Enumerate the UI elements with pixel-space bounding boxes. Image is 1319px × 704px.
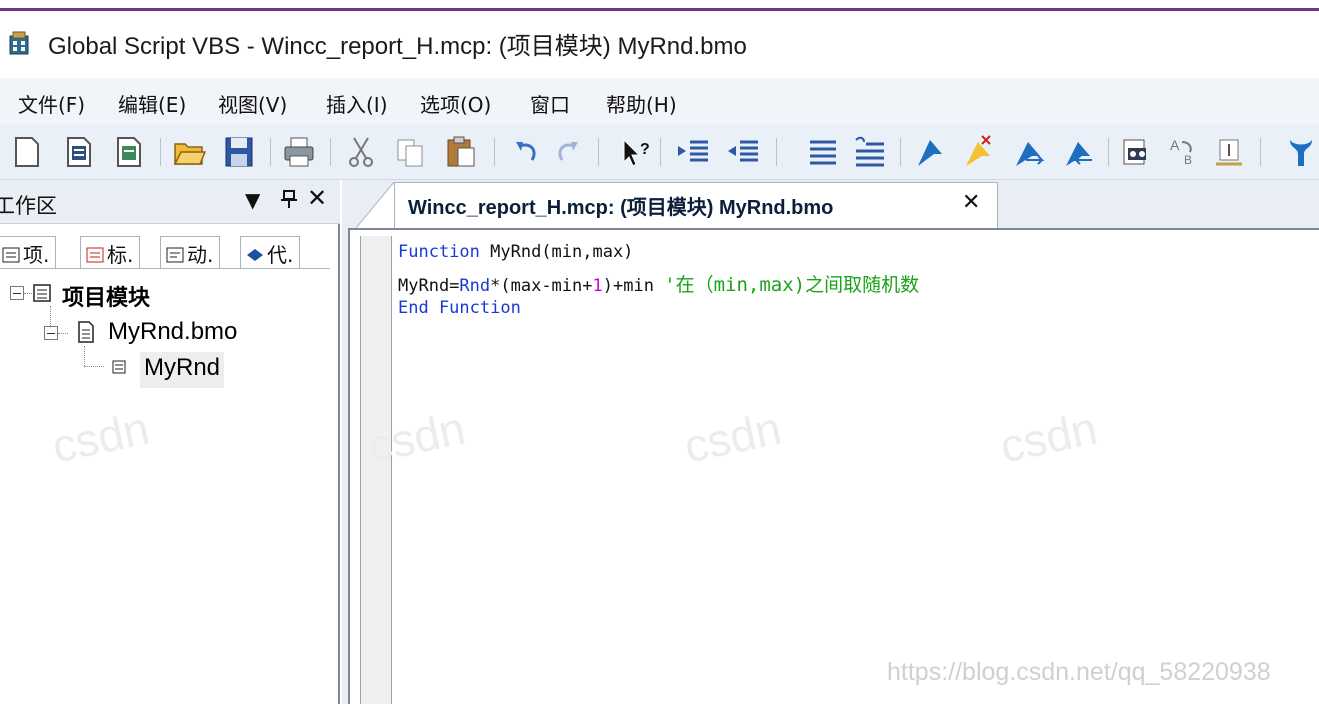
window-top-border <box>0 8 1319 11</box>
outdent-icon[interactable] <box>726 134 760 170</box>
open-icon[interactable] <box>172 134 206 170</box>
new-icon[interactable] <box>10 134 44 170</box>
comment-icon[interactable] <box>806 134 840 170</box>
watermark-url: https://blog.csdn.net/qq_58220938 <box>887 658 1271 686</box>
menu-insert[interactable]: 插入(I) <box>326 89 388 118</box>
svg-text:B: B <box>1184 153 1192 167</box>
new-procedure-icon[interactable] <box>112 134 146 170</box>
code-text: )+min <box>602 276 665 296</box>
compile-icon[interactable] <box>1284 134 1318 170</box>
code-line-2[interactable]: MyRnd=Rnd*(max-min+1)+min '在（min,max)之间取… <box>398 270 919 297</box>
pin-icon[interactable] <box>279 188 299 210</box>
redo-icon[interactable] <box>552 134 586 170</box>
svg-text:?: ? <box>640 141 650 158</box>
code-text: MyRnd(min,max) <box>479 242 634 262</box>
keyword: Function <box>398 242 480 262</box>
toolbar-separator <box>900 138 901 166</box>
menu-file[interactable]: 文件(F) <box>18 89 85 118</box>
toolbar-separator <box>270 138 271 166</box>
toolbar-separator <box>330 138 331 166</box>
close-icon[interactable]: ✕ <box>307 184 327 212</box>
module-folder-icon <box>33 284 51 302</box>
tree-connector <box>84 366 104 367</box>
tree-file-label[interactable]: MyRnd.bmo <box>108 318 237 346</box>
toolbar-separator <box>160 138 161 166</box>
tab-code[interactable]: 代. <box>240 236 301 268</box>
tab-action[interactable]: 动. <box>160 236 221 268</box>
tab-standard[interactable]: 标. <box>80 236 141 268</box>
find-icon[interactable] <box>1120 134 1154 170</box>
uncomment-icon[interactable] <box>852 134 886 170</box>
undo-icon[interactable] <box>508 134 542 170</box>
toolbar-separator <box>1108 138 1109 166</box>
tab-slant <box>356 182 396 228</box>
help-pointer-icon[interactable]: ? <box>618 134 652 170</box>
collapse-toggle[interactable] <box>44 326 58 340</box>
prev-bookmark-icon[interactable] <box>1062 134 1096 170</box>
tree-connector <box>24 293 32 294</box>
menu-help[interactable]: 帮助(H) <box>606 89 677 118</box>
bookmark-icon[interactable] <box>914 134 948 170</box>
document-tab-label: Wincc_report_H.mcp: (项目模块) MyRnd.bmo <box>408 197 834 219</box>
menu-edit[interactable]: 编辑(E) <box>118 89 186 118</box>
goto-icon[interactable] <box>1212 134 1246 170</box>
tab-standard-label: 标. <box>107 243 134 267</box>
replace-icon[interactable]: A B <box>1166 134 1200 170</box>
code-line-1[interactable]: Function MyRnd(min,max) <box>398 242 633 262</box>
code-icon <box>247 249 263 261</box>
module-icon <box>2 247 20 263</box>
clear-bookmark-icon[interactable] <box>962 134 996 170</box>
toolbar-separator <box>776 138 777 166</box>
svg-text:A: A <box>1170 137 1180 153</box>
print-icon[interactable] <box>282 134 316 170</box>
action-icon <box>166 247 184 263</box>
number-literal: 1 <box>592 276 603 296</box>
code-comment: '在（min,max)之间取随机数 <box>664 274 920 296</box>
new-module-icon[interactable] <box>62 134 96 170</box>
tab-action-label: 动. <box>187 243 214 267</box>
keyword: Rnd <box>459 276 491 296</box>
paste-icon[interactable] <box>444 134 478 170</box>
code-line-3[interactable]: End Function <box>398 298 521 318</box>
dropdown-arrow-icon[interactable]: ▼ <box>245 188 260 212</box>
close-tab-icon[interactable]: ✕ <box>962 190 980 215</box>
toolbar-separator <box>660 138 661 166</box>
tab-project[interactable]: 项. <box>0 236 57 268</box>
global-script-icon <box>9 31 29 55</box>
menu-options[interactable]: 选项(O) <box>420 89 491 118</box>
tab-code-label: 代. <box>267 243 294 267</box>
tree-procedure-label[interactable]: MyRnd <box>140 352 225 388</box>
toolbar-separator <box>1260 138 1261 166</box>
toolbar-separator <box>494 138 495 166</box>
collapse-toggle[interactable] <box>10 286 24 300</box>
tree-connector <box>50 306 51 328</box>
next-bookmark-icon[interactable] <box>1012 134 1046 170</box>
procedure-icon <box>112 360 126 374</box>
tree-root-label[interactable]: 项目模块 <box>62 280 150 312</box>
indent-icon[interactable] <box>676 134 710 170</box>
workspace-title: 工作区 <box>0 194 57 218</box>
window-title: Global Script VBS - Wincc_report_H.mcp: … <box>48 33 747 60</box>
menu-window[interactable]: 窗口 <box>530 89 570 118</box>
code-text: MyRnd= <box>398 276 460 296</box>
file-icon <box>78 321 94 343</box>
cut-icon[interactable] <box>344 134 378 170</box>
save-icon[interactable] <box>222 134 256 170</box>
code-text: *(max-min+ <box>490 276 593 296</box>
tree-connector <box>84 346 85 366</box>
standard-module-icon <box>86 247 104 263</box>
copy-icon[interactable] <box>394 134 428 170</box>
menu-view[interactable]: 视图(V) <box>218 89 287 118</box>
toolbar-separator <box>598 138 599 166</box>
tab-project-label: 项. <box>23 243 50 267</box>
keyword: End Function <box>398 298 521 318</box>
tree-connector <box>58 333 68 334</box>
